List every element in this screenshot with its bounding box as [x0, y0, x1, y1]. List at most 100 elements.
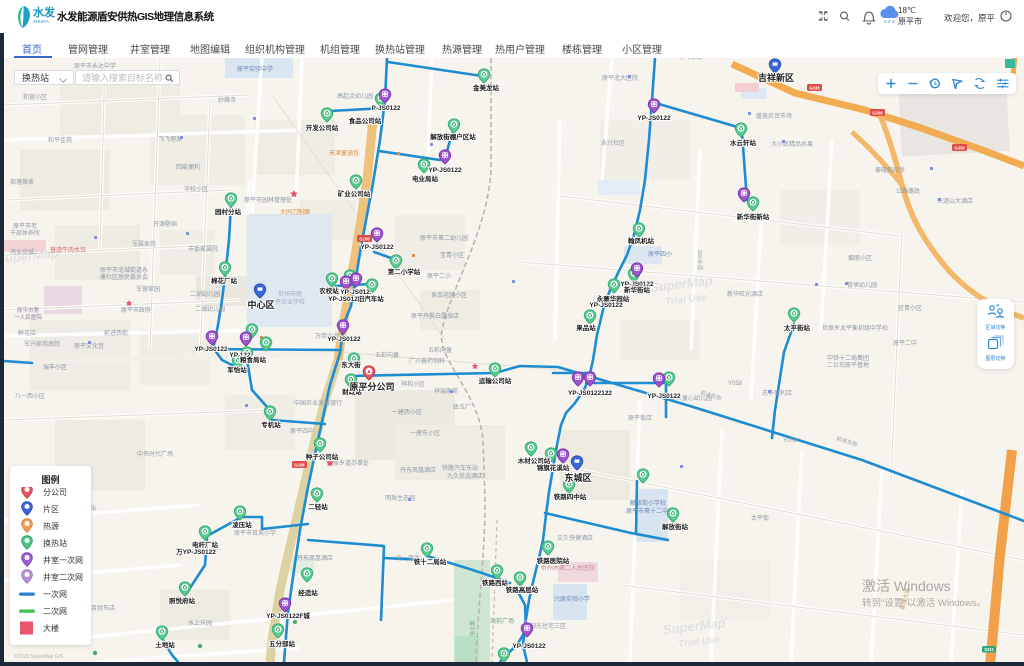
- svg-text:解放街棚户区站: 解放街棚户区站: [430, 132, 476, 141]
- svg-text:飞飞理发: 飞飞理发: [158, 135, 182, 143]
- svg-text:华校小区: 华校小区: [184, 185, 208, 193]
- svg-text:YP-JS0122F城: YP-JS0122F城: [266, 611, 310, 620]
- svg-text:原平市园林管理处: 原平市园林管理处: [244, 196, 292, 204]
- svg-text:大同刀削面: 大同刀削面: [280, 208, 310, 216]
- svg-text:G108: G108: [359, 236, 370, 241]
- svg-text:粮食局站: 粮食局站: [240, 355, 267, 364]
- svg-text:世原乡太平衡初级中学校: 世原乡太平衡初级中学校: [822, 324, 888, 332]
- svg-text:宜青小区: 宜青小区: [898, 304, 922, 312]
- svg-text:瑞丰小区: 瑞丰小区: [43, 363, 67, 371]
- svg-text:鲜花店: 鲜花店: [18, 329, 36, 337]
- svg-text:中国农业发展银行: 中国农业发展银行: [294, 399, 342, 407]
- svg-text:电杆厂站: 电杆厂站: [192, 540, 219, 549]
- svg-text:YP-JS0122: YP-JS0122: [647, 393, 681, 400]
- svg-text:祥瑞家苑: 祥瑞家苑: [434, 387, 458, 395]
- svg-text:太平街站: 太平街站: [783, 323, 811, 332]
- svg-text:原平市永达中学: 原平市永达中学: [74, 62, 116, 70]
- svg-text:YP-JS0122: YP-JS0122: [428, 167, 462, 174]
- svg-text:二湖幼儿园: 二湖幼儿园: [195, 305, 225, 313]
- svg-text:市委家属院: 市委家属院: [188, 245, 218, 253]
- svg-text:©2023 SuperMap GIS: ©2023 SuperMap GIS: [14, 653, 64, 660]
- svg-text:分公司: 分公司: [43, 488, 67, 497]
- svg-text:大楼: 大楼: [43, 623, 59, 633]
- svg-text:食品花园小区: 食品花园小区: [431, 291, 467, 299]
- svg-text:二公司原平基地: 二公司原平基地: [827, 361, 869, 369]
- svg-text:东大街: 东大街: [341, 360, 361, 369]
- svg-text:木材公司站: 木材公司站: [517, 456, 551, 465]
- svg-text:开源壁画: 开源壁画: [153, 220, 177, 228]
- svg-text:激活 Windows: 激活 Windows: [862, 578, 951, 594]
- svg-text:SHUIFA: SHUIFA: [33, 19, 49, 24]
- svg-text:二轻站: 二轻站: [308, 502, 328, 511]
- svg-text:新华街新站: 新华街新站: [737, 212, 770, 221]
- svg-text:五彩向童: 五彩向童: [375, 351, 399, 359]
- svg-text:铁十二局站: 铁十二局站: [413, 557, 447, 566]
- svg-text:翰凤机站: 翰凤机站: [628, 236, 655, 245]
- svg-text:第二小学站: 第二小学站: [388, 267, 421, 276]
- svg-text:原平市第二幼儿园: 原平市第二幼儿园: [420, 234, 468, 242]
- svg-text:天津童涵包: 天津童涵包: [329, 149, 359, 157]
- svg-text:公路路政: 公路路政: [896, 187, 920, 195]
- svg-text:五彩向童: 五彩向童: [428, 346, 452, 354]
- svg-text:YP-JS012.: YP-JS012.: [340, 289, 372, 296]
- svg-text:政玉厂: 政玉厂: [453, 403, 471, 411]
- svg-text:兴原实验小学: 兴原实验小学: [554, 595, 590, 603]
- svg-text:中央时代广场: 中央时代广场: [137, 450, 173, 458]
- svg-text:广兴善药饲料: 广兴善药饲料: [409, 357, 445, 365]
- svg-text:军营家园: 军营家园: [136, 285, 160, 293]
- svg-text:原平北大医院: 原平北大医院: [602, 74, 638, 82]
- svg-text:五分部站: 五分部站: [269, 639, 296, 648]
- svg-text:Y058: Y058: [728, 381, 743, 387]
- svg-text:军属家苑: 军属家苑: [132, 240, 156, 248]
- svg-text:G108: G108: [294, 462, 305, 467]
- svg-text:转到"设置"以激活 Windows。: 转到"设置"以激活 Windows。: [862, 597, 986, 609]
- svg-text:军怡站: 军怡站: [227, 365, 247, 374]
- svg-text:YP-JS0122: YP-JS0122: [512, 643, 546, 650]
- svg-text:水上乐园: 水上乐园: [188, 619, 212, 627]
- svg-text:金美龙站: 金美龙站: [472, 83, 500, 92]
- svg-text:一建西小区: 一建西小区: [392, 408, 422, 416]
- svg-text:和营小区: 和营小区: [23, 93, 47, 101]
- svg-text:铁路医院站: 铁路医院站: [536, 556, 570, 565]
- svg-text:文久快捷酒店: 文久快捷酒店: [557, 534, 593, 542]
- svg-text:军兴家苑南院: 军兴家苑南院: [24, 340, 60, 348]
- svg-text:一人民医院: 一人民医院: [14, 313, 42, 321]
- svg-text:热源: 热源: [43, 521, 59, 531]
- svg-text:一次网: 一次网: [43, 589, 67, 599]
- svg-text:天涯山大酒店: 天涯山大酒店: [937, 197, 973, 205]
- svg-text:盛美农贸市场: 盛美农贸市场: [756, 112, 792, 120]
- svg-text:换热站: 换热站: [43, 538, 67, 548]
- svg-text:站前广场: 站前广场: [490, 617, 514, 625]
- svg-text:原平四小: 原平四小: [648, 250, 672, 258]
- svg-text:凌压站: 凌压站: [232, 520, 252, 529]
- svg-text:铁路高层站: 铁路高层站: [505, 585, 539, 594]
- svg-text:经适站: 经适站: [298, 588, 318, 597]
- svg-text:棉花厂站: 棉花厂站: [211, 276, 238, 285]
- svg-text:解放街站: 解放街站: [662, 522, 689, 531]
- svg-text:YP-JS0122: YP-JS0122: [637, 115, 671, 122]
- svg-text:二湖幼儿园: 二湖幼儿园: [190, 290, 220, 298]
- svg-text:东城区: 东城区: [564, 472, 591, 483]
- svg-text:电业局站: 电业局站: [412, 174, 439, 183]
- svg-text:中铁十二局集团: 中铁十二局集团: [827, 354, 869, 362]
- svg-text:照悦府站: 照悦府站: [169, 596, 196, 605]
- svg-text:新华旺光酒店: 新华旺光酒店: [727, 290, 763, 298]
- svg-text:八一西小区: 八一西小区: [15, 392, 45, 400]
- svg-text:九久优选酒店: 九久优选酒店: [447, 472, 483, 480]
- svg-text:丹东凤凰酒店: 丹东凤凰酒店: [297, 554, 333, 562]
- svg-text:前进西街: 前进西街: [104, 329, 128, 337]
- svg-text:原平丹枫白露旅店: 原平丹枫白露旅店: [411, 312, 459, 320]
- svg-text:YP-JS0122: YP-JS0122: [327, 336, 361, 343]
- svg-text:铁路汽车东站: 铁路汽车东站: [442, 464, 478, 472]
- svg-text:铁路四中站: 铁路四中站: [553, 492, 587, 501]
- svg-text:原平市第: 原平市第: [17, 306, 40, 314]
- svg-text:祥和小区: 祥和小区: [401, 380, 425, 388]
- svg-text:原平二小: 原平二小: [427, 272, 451, 280]
- svg-text:YP-JS0122: YP-JS0122: [360, 244, 394, 251]
- svg-text:市气象局: 市气象局: [678, 58, 702, 61]
- svg-text:新华街站: 新华街站: [624, 285, 651, 294]
- svg-text:志华便利店: 志华便利店: [762, 389, 792, 397]
- svg-text:G338: G338: [872, 110, 883, 115]
- svg-text:原平二中: 原平二中: [893, 339, 917, 347]
- svg-text:烟丽小区: 烟丽小区: [848, 254, 872, 262]
